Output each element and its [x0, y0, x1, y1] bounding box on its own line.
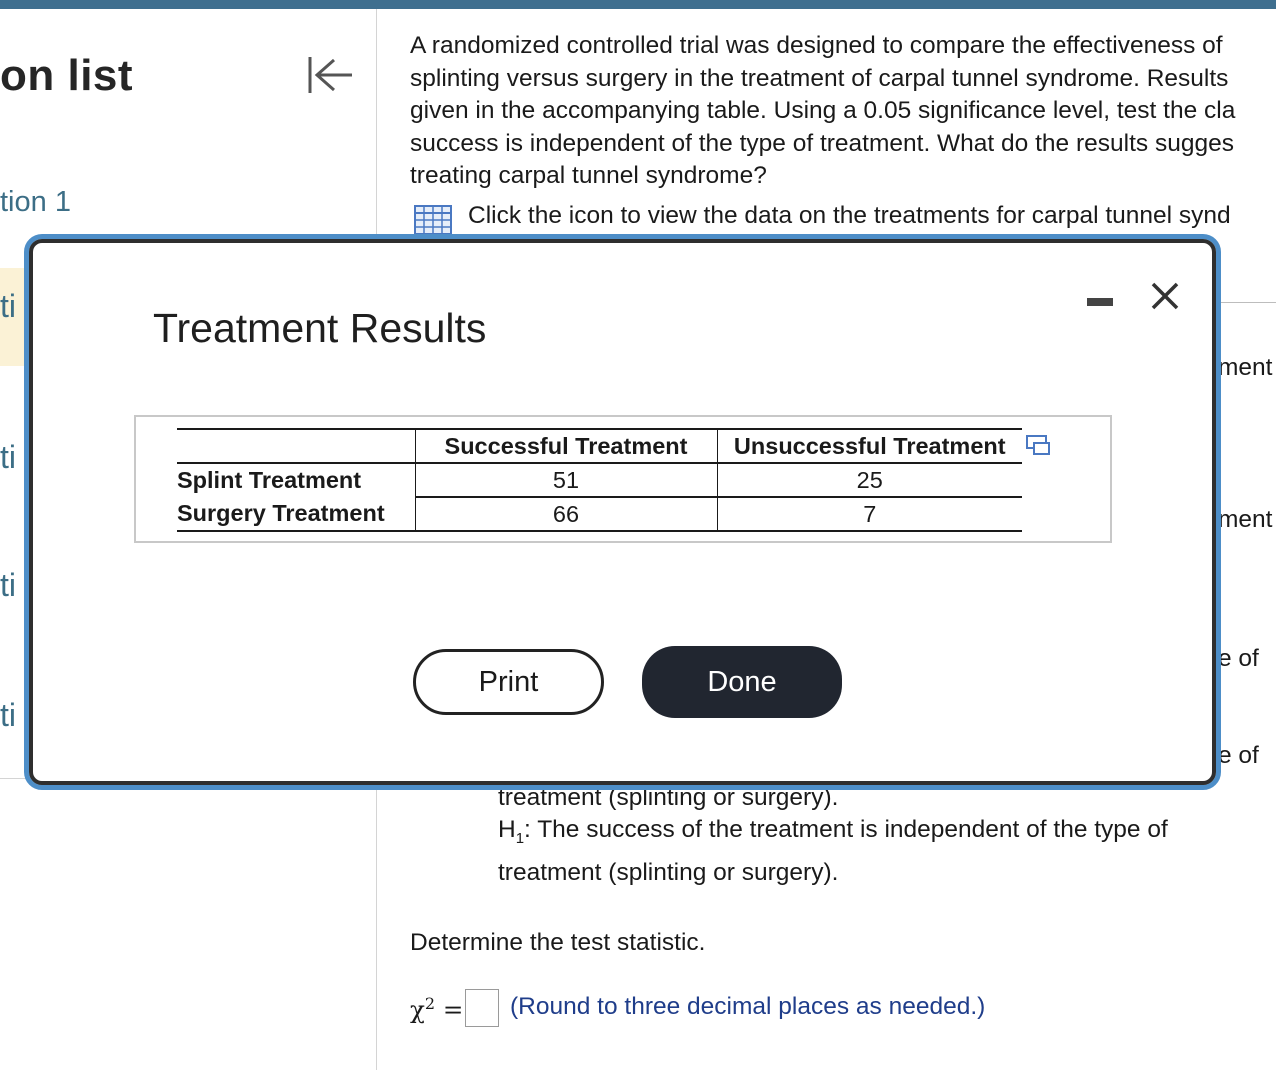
minimize-button[interactable] [1085, 288, 1115, 318]
table-cell: 51 [414, 463, 718, 498]
hidden-text-fragment: e of [1218, 645, 1259, 672]
view-data-link-text: Click the icon to view the data on the t… [468, 202, 1231, 229]
print-button[interactable]: Print [413, 649, 604, 715]
h1-symbol: H [498, 816, 516, 843]
dialog-title: Treatment Results [153, 305, 487, 351]
sidebar-item-label: ti [0, 697, 16, 733]
top-accent-bar [0, 0, 1276, 9]
hidden-text-fragment: ment [1218, 506, 1273, 533]
table-row: Surgery Treatment 66 7 [177, 497, 1022, 532]
column-header-successful: Successful Treatment [414, 428, 718, 464]
row-label-surgery: Surgery Treatment [177, 497, 415, 532]
results-table-frame: Successful Treatment Unsuccessful Treatm… [134, 415, 1112, 543]
copy-icon[interactable] [1026, 435, 1052, 457]
chi-symbol: χ [410, 995, 425, 1025]
h1-subscript: 1 [515, 830, 525, 847]
treatment-results-dialog: Treatment Results Successful Treatment U… [24, 234, 1221, 790]
hidden-text-fragment: ment [1218, 354, 1273, 381]
sidebar-title: on list [0, 51, 134, 100]
table-row: Splint Treatment 51 25 [177, 463, 1022, 498]
sidebar-section-label: tion 1 [0, 186, 71, 218]
table-corner-cell [177, 428, 415, 464]
collapse-left-icon [308, 57, 352, 93]
dialog-body: Treatment Results Successful Treatment U… [29, 239, 1216, 785]
table-cell: 66 [414, 497, 718, 532]
collapse-sidebar-button[interactable] [306, 53, 356, 97]
alternative-hypothesis-continuation: treatment (splinting or surgery). [498, 859, 839, 886]
table-cell: 7 [717, 497, 1022, 532]
row-label-splint: Splint Treatment [177, 467, 362, 493]
view-data-link[interactable]: Click the icon to view the data on the t… [414, 202, 1276, 236]
determine-prompt: Determine the test statistic. [410, 929, 706, 956]
chi-exponent: 2 [424, 994, 436, 1013]
close-button[interactable] [1147, 278, 1183, 314]
sidebar-item-label: ti [0, 439, 16, 475]
chi-square-answer-input[interactable] [465, 989, 499, 1027]
alternative-hypothesis: H1: The success of the treatment is inde… [498, 816, 1168, 847]
chi-square-label: χ2 = [410, 994, 463, 1024]
equals-sign: = [442, 995, 464, 1025]
h1-text: : The success of the treatment is indepe… [524, 816, 1168, 843]
table-header-row: Successful Treatment Unsuccessful Treatm… [177, 428, 1022, 464]
answer-panel-divider [1220, 302, 1276, 303]
data-table-icon [414, 205, 452, 235]
done-button[interactable]: Done [642, 646, 842, 718]
results-table: Successful Treatment Unsuccessful Treatm… [177, 428, 1022, 532]
table-cell: 25 [717, 463, 1022, 498]
question-text: A randomized controlled trial was design… [410, 32, 1236, 189]
hidden-text-fragment: e of [1218, 742, 1259, 769]
close-icon [1151, 282, 1179, 310]
column-header-unsuccessful: Unsuccessful Treatment [717, 428, 1022, 464]
sidebar-item-label: ti [0, 567, 16, 603]
sidebar-item-label: ti [0, 288, 16, 324]
rounding-hint: (Round to three decimal places as needed… [510, 993, 986, 1020]
